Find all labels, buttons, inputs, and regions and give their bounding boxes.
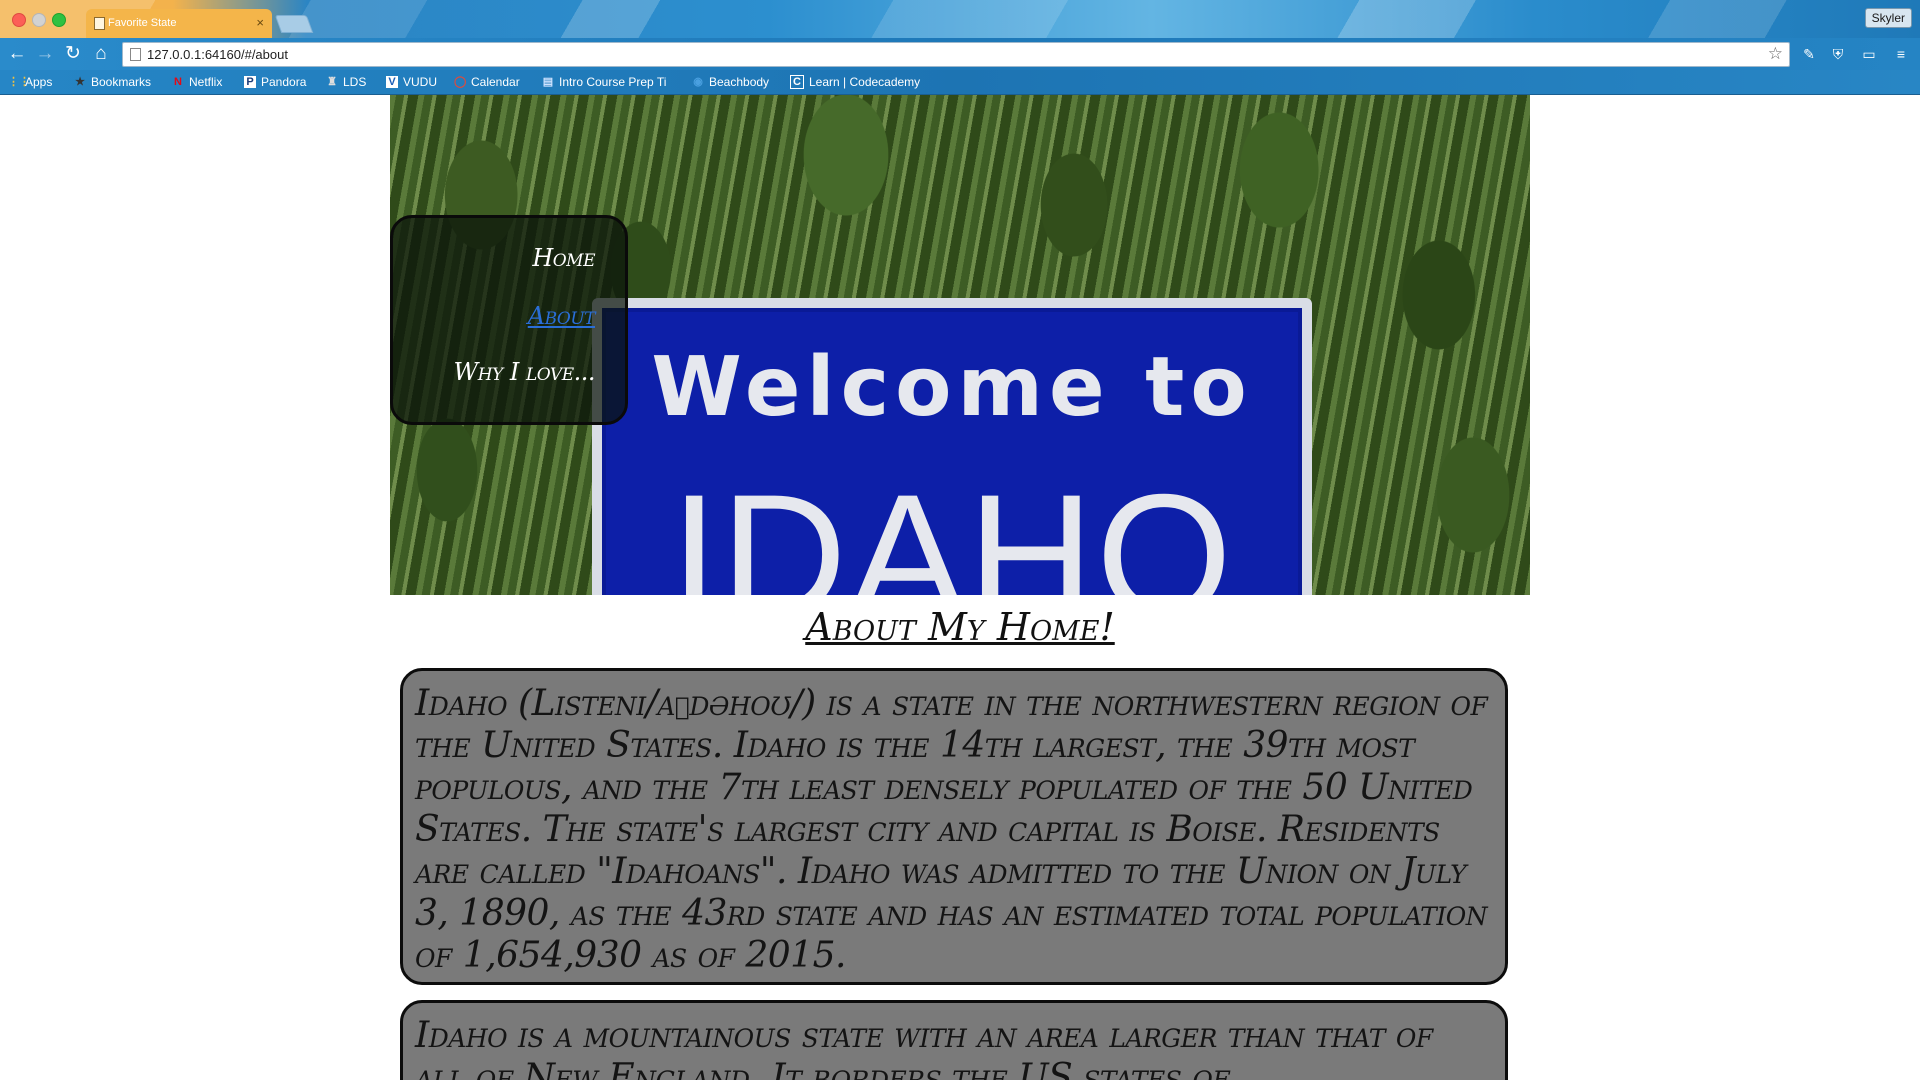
- shield-icon[interactable]: ⛨: [1829, 45, 1847, 63]
- browser-toolbar: ← → ↻ ⌂ 127.0.0.1:64160/#/about ☆ ✎ ⛨ ▭ …: [0, 38, 1920, 70]
- tab-close-icon[interactable]: ×: [256, 15, 264, 30]
- bookmark-lds[interactable]: ♜ LDS: [326, 74, 366, 90]
- browser-titlebar: Favorite State × Skyler: [0, 0, 1920, 39]
- pandora-icon: P: [244, 76, 256, 88]
- page-title: About My Home!: [805, 605, 1115, 649]
- url-text: 127.0.0.1:64160/#/about: [147, 47, 288, 62]
- nav-link-why-i-love[interactable]: Why I love...: [454, 358, 596, 386]
- close-window-button[interactable]: [12, 13, 26, 27]
- paragraph-card: Idaho is a mountainous state with an are…: [400, 1000, 1508, 1080]
- bookmark-label: Intro Course Prep Ti: [559, 75, 667, 89]
- page-icon: [94, 17, 105, 30]
- bookmark-intro-course[interactable]: ▤ Intro Course Prep Ti: [542, 74, 667, 90]
- extension-tool-icon[interactable]: ✎: [1800, 45, 1818, 63]
- browser-tab[interactable]: Favorite State ×: [86, 9, 272, 39]
- sign-text-welcome: Welcome to: [651, 340, 1253, 435]
- beachbody-icon: ◉: [693, 76, 703, 88]
- bookmark-apps[interactable]: ⋮⋮ Apps: [8, 74, 52, 90]
- nav-link-home[interactable]: Home: [532, 244, 595, 272]
- apps-grid-icon: ⋮⋮: [8, 76, 30, 88]
- bookmark-label: Learn | Codecademy: [809, 75, 921, 89]
- bookmark-label: Calendar: [471, 75, 520, 89]
- tab-title: Favorite State: [108, 17, 177, 29]
- bookmark-vudu[interactable]: V VUDU: [386, 74, 437, 90]
- bookmark-label: Pandora: [261, 75, 307, 89]
- document-icon: ▤: [542, 76, 554, 88]
- bookmark-label: LDS: [343, 75, 367, 89]
- bookmark-netflix[interactable]: N Netflix: [172, 74, 222, 90]
- maximize-window-button[interactable]: [52, 13, 66, 27]
- address-bar[interactable]: 127.0.0.1:64160/#/about ☆: [122, 42, 1790, 67]
- minimize-window-button[interactable]: [32, 13, 46, 27]
- cast-icon[interactable]: ▭: [1860, 45, 1878, 63]
- bookmark-codecademy[interactable]: C Learn | Codecademy: [790, 74, 920, 90]
- codecademy-icon: C: [790, 75, 804, 89]
- bookmark-label: Beachbody: [709, 75, 770, 89]
- nav-menu: Home About Why I love...: [390, 215, 628, 425]
- sign-text-state: IDAHO: [669, 459, 1235, 595]
- new-tab-button[interactable]: [274, 15, 314, 33]
- reload-icon[interactable]: ↻: [62, 43, 84, 65]
- bookmarks-bar: ⋮⋮ Apps ★ Bookmarks N Netflix P Pandora …: [0, 70, 1920, 95]
- bookmark-pandora[interactable]: P Pandora: [244, 74, 306, 90]
- page-icon: [130, 48, 141, 61]
- bookmark-star-icon[interactable]: ☆: [1768, 44, 1783, 64]
- back-arrow-icon[interactable]: ←: [6, 43, 28, 65]
- netflix-icon: N: [174, 76, 182, 88]
- vudu-icon: V: [386, 76, 398, 88]
- bookmark-calendar[interactable]: ◯ Calendar: [454, 74, 520, 90]
- page-content: Welcome to IDAHO Home About Why I love..…: [0, 95, 1920, 1080]
- forward-arrow-icon[interactable]: →: [34, 43, 56, 65]
- home-icon[interactable]: ⌂: [90, 43, 112, 65]
- bookmark-bookmarks[interactable]: ★ Bookmarks: [74, 74, 151, 90]
- menu-icon[interactable]: ≡: [1892, 45, 1910, 63]
- welcome-sign: Welcome to IDAHO: [592, 298, 1312, 595]
- calendar-icon: ◯: [454, 76, 467, 88]
- star-icon: ★: [75, 76, 85, 88]
- profile-button[interactable]: Skyler: [1864, 8, 1912, 28]
- paragraph-card: Idaho (Listeni/aɪdəhoʊ/) is a state in t…: [400, 668, 1508, 985]
- nav-link-about[interactable]: About: [528, 302, 596, 330]
- bookmark-beachbody[interactable]: ◉ Beachbody: [692, 74, 769, 90]
- lds-icon: ♜: [327, 76, 337, 88]
- bookmark-label: Netflix: [189, 75, 223, 89]
- bookmark-label: Apps: [25, 75, 53, 89]
- bookmark-label: VUDU: [403, 75, 438, 89]
- bookmark-label: Bookmarks: [91, 75, 152, 89]
